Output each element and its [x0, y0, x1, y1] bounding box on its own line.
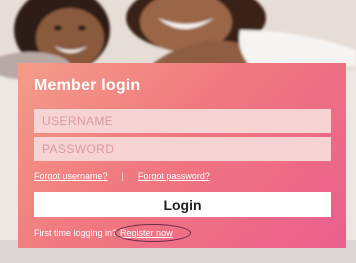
link-separator: | [121, 171, 124, 181]
first-time-text: First time logging in? [34, 228, 118, 238]
login-button[interactable]: Login [34, 192, 331, 217]
forgot-password-link[interactable]: Forgot password? [138, 171, 210, 181]
panel-title: Member login [34, 77, 141, 94]
bottom-strip [0, 248, 356, 263]
highlight-circle [115, 224, 192, 242]
register-row: First time logging in? Register now [34, 224, 330, 242]
password-field[interactable] [34, 137, 331, 161]
forgot-username-link[interactable]: Forgot username? [34, 171, 108, 181]
username-field[interactable] [34, 109, 331, 133]
login-panel: Member login Forgot username? | Forgot p… [18, 63, 346, 248]
recovery-links: Forgot username? | Forgot password? [34, 169, 330, 183]
register-link[interactable]: Register now [115, 224, 192, 242]
